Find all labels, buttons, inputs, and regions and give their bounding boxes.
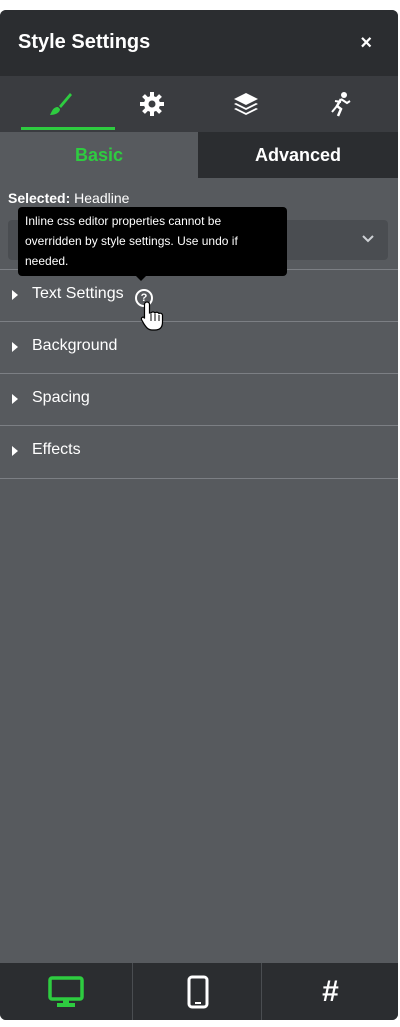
caret-right-icon <box>12 446 18 456</box>
device-desktop-button[interactable] <box>0 963 132 1020</box>
chevron-down-icon <box>362 235 374 243</box>
section-label: Text Settings <box>32 285 124 302</box>
section-spacing[interactable]: Spacing <box>0 373 398 425</box>
icon-tab-bar <box>0 76 398 132</box>
hand-pointer-icon <box>140 301 164 331</box>
device-mobile-button[interactable] <box>132 963 262 1020</box>
tab-settings[interactable] <box>102 76 201 132</box>
layers-icon <box>233 93 258 115</box>
help-tooltip: Inline css editor properties cannot be o… <box>18 207 287 281</box>
section-label: Spacing <box>32 389 90 406</box>
section-effects[interactable]: Effects <box>0 425 398 477</box>
panel-title: Style Settings <box>18 31 151 53</box>
section-background[interactable]: Background <box>0 321 398 373</box>
running-figure-icon <box>330 92 351 117</box>
gear-icon <box>139 92 164 116</box>
hash-button[interactable]: # <box>261 963 398 1020</box>
device-bar: # <box>0 963 398 1020</box>
section-label: Effects <box>32 441 81 458</box>
section-divider <box>0 478 398 479</box>
selected-element-row: Selected: Headline <box>8 190 129 206</box>
caret-right-icon <box>12 290 18 300</box>
tab-advanced[interactable]: Advanced <box>198 132 398 178</box>
tab-style[interactable] <box>10 76 115 132</box>
caret-right-icon <box>12 394 18 404</box>
brush-icon <box>49 93 72 115</box>
selected-value: Headline <box>74 190 130 206</box>
section-text-settings[interactable]: Text Settings <box>0 269 398 321</box>
desktop-icon <box>48 975 84 1007</box>
caret-right-icon <box>12 342 18 352</box>
selected-label: Selected: <box>8 190 71 206</box>
tab-animation[interactable] <box>290 76 389 132</box>
section-label: Background <box>32 337 118 354</box>
tab-basic[interactable]: Basic <box>0 132 198 178</box>
sub-tabs: Basic Advanced <box>0 132 398 178</box>
tab-layers[interactable] <box>196 76 295 132</box>
close-button[interactable]: × <box>360 32 372 55</box>
panel-header: Style Settings × <box>0 10 398 76</box>
mobile-icon <box>187 975 208 1008</box>
style-settings-panel: Style Settings × Basic Advanced Selected… <box>0 10 398 1020</box>
hash-icon: # <box>322 974 339 1008</box>
